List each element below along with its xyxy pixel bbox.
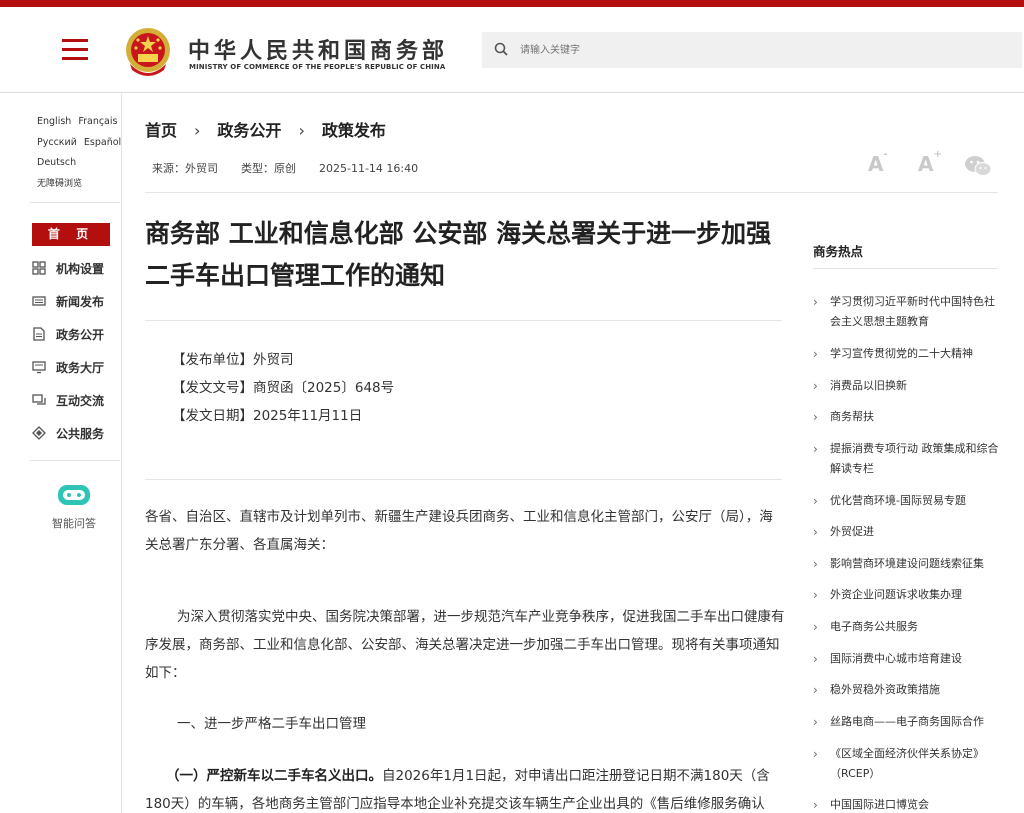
left-sidebar: English Français Русский Español Deutsch 无…	[0, 94, 122, 813]
meta-type: 类型：原创	[241, 162, 296, 175]
document-icon	[33, 327, 45, 341]
wechat-share-icon[interactable]	[964, 154, 992, 178]
breadcrumb: 首页 › 政务公开 › 政策发布	[145, 117, 386, 141]
sidebar-divider	[30, 202, 120, 203]
article-paragraph: 为深入贯彻落实党中央、国务院决策部署，进一步规范汽车产业竞争秩序，促进我国二手车…	[145, 609, 785, 681]
hot-topics-title: 商务热点	[813, 244, 864, 259]
chevron-right-icon: ›	[194, 121, 201, 140]
hot-topic-item[interactable]: 国际消费中心城市培育建设	[813, 649, 1003, 669]
org-grid-icon	[32, 261, 46, 275]
article-paragraph: 各省、自治区、直辖市及计划单列市、新疆生产建设兵团商务、工业和信息化主管部门，公…	[145, 509, 773, 553]
hot-topic-item[interactable]: 《区域全面经济伙伴关系协定》（RCEP）	[813, 744, 1003, 784]
language-links: English Français Русский Español Deutsch 无…	[37, 112, 128, 194]
hot-topic-item[interactable]: 稳外贸稳外资政策措施	[813, 680, 1003, 700]
chevron-right-icon: ›	[298, 121, 305, 140]
sidebar-item-label: 政务公开	[56, 327, 105, 342]
doc-number: 【发文文号】商贸函〔2025〕648号	[172, 380, 395, 396]
hall-monitor-icon	[32, 361, 46, 374]
sidebar-item-public-service[interactable]: 公共服务	[32, 423, 104, 443]
lang-french[interactable]: Français	[78, 116, 117, 127]
font-increase-icon[interactable]: A+	[918, 149, 942, 176]
menu-hamburger-icon[interactable]	[62, 39, 88, 61]
hot-topic-item[interactable]: 电子商务公共服务	[813, 617, 1003, 637]
robot-assistant-icon[interactable]	[56, 482, 92, 508]
sidebar-item-interaction[interactable]: 互动交流	[32, 390, 104, 410]
top-brand-bar	[0, 0, 1024, 7]
sidebar-item-hall[interactable]: 政务大厅	[32, 357, 104, 377]
service-icon	[32, 426, 46, 440]
article-title: 商务部 工业和信息化部 公安部 海关总署关于进一步加强二手车出口管理工作的通知	[145, 219, 772, 290]
accessibility-link[interactable]: 无障碍浏览	[37, 179, 82, 189]
news-icon	[32, 296, 46, 306]
search-icon[interactable]	[494, 42, 508, 56]
breadcrumb-policy[interactable]: 政策发布	[322, 121, 386, 140]
lang-russian[interactable]: Русский	[37, 137, 77, 148]
hot-topic-item[interactable]: 学习宣传贯彻党的二十大精神	[813, 344, 1003, 364]
hot-topic-item[interactable]: 学习贯彻习近平新时代中国特色社会主义思想主题教育	[813, 292, 1003, 332]
sidebar-item-label: 互动交流	[56, 393, 105, 408]
lang-german[interactable]: Deutsch	[37, 157, 76, 168]
article-section-heading: 一、进一步严格二手车出口管理	[177, 716, 366, 732]
hot-topic-item[interactable]: 消费品以旧换新	[813, 376, 1003, 396]
hot-topics-divider	[813, 268, 998, 269]
document-info: 【发布单位】外贸司 【发文文号】商贸函〔2025〕648号 【发文日期】2025…	[172, 346, 394, 430]
lang-spanish[interactable]: Español	[84, 137, 121, 148]
meta-datetime: 2025-11-14 16:40	[319, 162, 419, 175]
font-decrease-icon[interactable]: A-	[868, 149, 888, 176]
sidebar-item-label: 新闻发布	[56, 294, 105, 309]
hot-topic-item[interactable]: 外资企业问题诉求收集办理	[813, 585, 1003, 605]
hot-topic-item[interactable]: 中国国际进口博览会	[813, 795, 1003, 813]
hot-topic-item[interactable]: 外贸促进	[813, 522, 1003, 542]
chat-icon	[32, 394, 46, 405]
meta-divider	[145, 192, 998, 193]
hot-topic-item[interactable]: 影响营商环境建设问题线索征集	[813, 554, 1003, 574]
sidebar-item-news[interactable]: 新闻发布	[32, 291, 104, 311]
sidebar-item-label: 公共服务	[56, 426, 105, 441]
lang-english[interactable]: English	[37, 116, 71, 127]
site-title-cn[interactable]: 中华人民共和国商务部	[188, 33, 448, 65]
doc-issuer: 【发布单位】外贸司	[172, 352, 294, 368]
national-emblem-icon[interactable]	[124, 26, 172, 78]
title-divider	[145, 320, 782, 321]
article-meta: 来源：外贸司 类型：原创 2025-11-14 16:40	[152, 160, 441, 176]
hot-topic-item[interactable]: 商务帮扶	[813, 407, 1003, 427]
paragraph-lead: （一）严控新车以二手车名义出口。	[166, 768, 382, 784]
article-paragraph: （一）严控新车以二手车名义出口。自2026年1月1日起，对申请出口距注册登记日期…	[145, 762, 785, 813]
sidebar-item-gov-info[interactable]: 政务公开	[32, 324, 104, 344]
hot-topic-item[interactable]: 提振消费专项行动 政策集成和综合解读专栏	[813, 439, 1003, 479]
sidebar-item-label: 机构设置	[56, 261, 105, 276]
search-input[interactable]	[520, 32, 1000, 68]
docinfo-divider	[145, 479, 782, 480]
hot-topic-item[interactable]: 优化营商环境-国际贸易专题	[813, 491, 1003, 511]
sidebar-item-label: 政务大厅	[56, 360, 105, 375]
sidebar-item-org[interactable]: 机构设置	[32, 258, 104, 278]
breadcrumb-gov-info[interactable]: 政务公开	[217, 121, 281, 140]
sidebar-divider	[30, 460, 120, 461]
hot-topic-item[interactable]: 丝路电商——电子商务国际合作	[813, 712, 1003, 732]
breadcrumb-home[interactable]: 首页	[145, 121, 177, 140]
assistant-label[interactable]: 智能问答	[52, 515, 96, 531]
site-title-en[interactable]: MINISTRY OF COMMERCE OF THE PEOPLE'S REP…	[189, 63, 445, 71]
search-bar[interactable]	[482, 32, 1022, 68]
sidebar-home-button[interactable]: 首 页	[32, 223, 110, 246]
meta-source: 来源：外贸司	[152, 162, 218, 175]
site-header: 中华人民共和国商务部 MINISTRY OF COMMERCE OF THE P…	[0, 7, 1024, 93]
doc-date: 【发文日期】2025年11月11日	[172, 408, 363, 424]
